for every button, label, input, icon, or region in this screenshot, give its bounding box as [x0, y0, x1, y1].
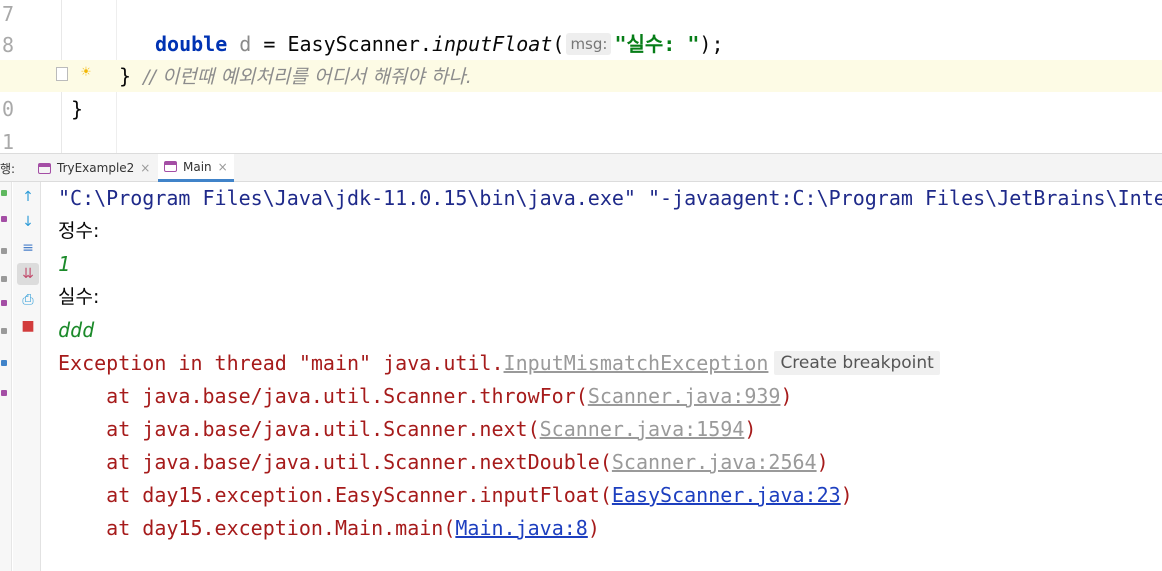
closing-brace: } [71, 97, 84, 121]
stack-frame-text: at java.base/java.util.Scanner.nextDoubl… [58, 450, 612, 474]
stack-trace-line: at java.base/java.util.Scanner.throwFor(… [58, 380, 793, 413]
tab-tryexample2[interactable]: TryExample2 × [32, 154, 156, 182]
console-toolbar: ↑ ↓ ≡ ⇊ ⎙ ■ [13, 182, 41, 571]
method-name: inputFloat [431, 32, 553, 56]
stack-trace-line: at java.base/java.util.Scanner.nextDoubl… [58, 446, 829, 479]
exception-class-link[interactable]: InputMismatchException [504, 351, 769, 375]
stack-frame-end: ) [744, 417, 757, 441]
stack-trace-line: at day15.exception.Main.main(Main.java:8… [58, 512, 600, 545]
layout-icon[interactable] [1, 360, 7, 366]
close-icon[interactable]: × [218, 160, 228, 174]
string-literal: "실수: " [614, 32, 700, 56]
application-icon [164, 161, 177, 172]
tab-label: Main [183, 159, 212, 174]
run-label: 행: [0, 162, 16, 176]
rerun-icon[interactable] [1, 190, 7, 196]
run-tool-window-tabs: 행: TryExample2 × Main × [0, 153, 1162, 182]
soft-wrap-icon[interactable]: ≡ [17, 237, 39, 259]
code-text: = EasyScanner. [251, 32, 432, 56]
stack-trace-line: at day15.exception.EasyScanner.inputFloa… [58, 479, 853, 512]
restore-layout-icon[interactable] [1, 276, 7, 282]
create-breakpoint-button[interactable]: Create breakpoint [774, 351, 940, 375]
code-comment: // 이런때 예외처리를 어디서 해줘야 하나. [143, 66, 472, 88]
close-icon[interactable]: × [140, 161, 150, 175]
print-icon[interactable]: ⎙ [17, 289, 39, 311]
more-icon[interactable] [1, 390, 7, 396]
stack-frame-text: at day15.exception.EasyScanner.inputFloa… [58, 483, 612, 507]
scroll-to-end-icon[interactable]: ⇊ [17, 263, 39, 285]
line-number: 7 [1, 2, 14, 26]
debug-icon[interactable] [1, 216, 7, 222]
code-text: ); [699, 32, 724, 56]
code-line-8[interactable]: double d = EasyScanner.inputFloat(msg: "실… [155, 28, 724, 60]
keyword: double [155, 32, 228, 56]
exception-text: Exception in thread "main" java.util. [58, 351, 504, 375]
tab-label: TryExample2 [57, 161, 135, 175]
stack-frame-text: at java.base/java.util.Scanner.throwFor( [58, 384, 588, 408]
console-user-input: 1 [58, 252, 71, 276]
console-command-line: "C:\Program Files\Java\jdk-11.0.15\bin\j… [58, 186, 1162, 210]
stack-frame-text: at day15.exception.Main.main( [58, 516, 456, 540]
down-arrow-icon[interactable]: ↓ [17, 211, 39, 233]
line-number: 8 [1, 33, 14, 57]
line-number: 0 [1, 97, 14, 121]
stop-icon[interactable] [1, 248, 7, 254]
code-text: ( [552, 32, 565, 56]
code-editor[interactable]: 7 8 9 0 1 double d = EasyScanner.inputFl… [0, 0, 1162, 153]
console-output-line: 실수: [58, 286, 100, 308]
stack-frame-end: ) [816, 450, 829, 474]
variable: d [239, 32, 252, 56]
pin-icon[interactable] [1, 300, 7, 306]
stack-frame-text: at java.base/java.util.Scanner.next( [58, 417, 540, 441]
stack-frame-end: ) [840, 483, 853, 507]
console-user-input: ddd [58, 318, 95, 342]
closing-brace: } [119, 64, 132, 88]
application-icon [38, 162, 51, 174]
stack-frame-link[interactable]: Scanner.java:1594 [540, 417, 745, 441]
exception-line: Exception in thread "main" java.util.Inp… [58, 347, 940, 380]
console-output-line: 정수: [58, 220, 100, 242]
stack-frame-link[interactable]: EasyScanner.java:23 [612, 483, 841, 507]
parameter-hint: msg: [566, 33, 612, 55]
lightbulb-icon[interactable]: ☀ [76, 62, 96, 82]
trash-icon[interactable]: ■ [17, 315, 39, 337]
line-number: 1 [1, 130, 14, 153]
up-arrow-icon[interactable]: ↑ [17, 186, 39, 208]
code-line-9[interactable]: } // 이런때 예외처리를 어디서 해줘야 하나. [119, 60, 472, 93]
tab-main[interactable]: Main × [158, 154, 234, 182]
stack-frame-end: ) [780, 384, 793, 408]
run-console[interactable]: ↑ ↓ ≡ ⇊ ⎙ ■ "C:\Program Files\Java\jdk-1… [0, 182, 1162, 571]
settings-icon[interactable] [1, 328, 7, 334]
side-strip [0, 182, 12, 571]
stack-frame-link[interactable]: Scanner.java:939 [588, 384, 781, 408]
stack-frame-link[interactable]: Scanner.java:2564 [612, 450, 817, 474]
fold-icon[interactable] [56, 67, 68, 81]
stack-frame-end: ) [587, 516, 600, 540]
stack-trace-line: at java.base/java.util.Scanner.next(Scan… [58, 413, 756, 446]
stack-frame-link[interactable]: Main.java:8 [455, 516, 587, 540]
code-line-10[interactable]: } [71, 93, 83, 125]
